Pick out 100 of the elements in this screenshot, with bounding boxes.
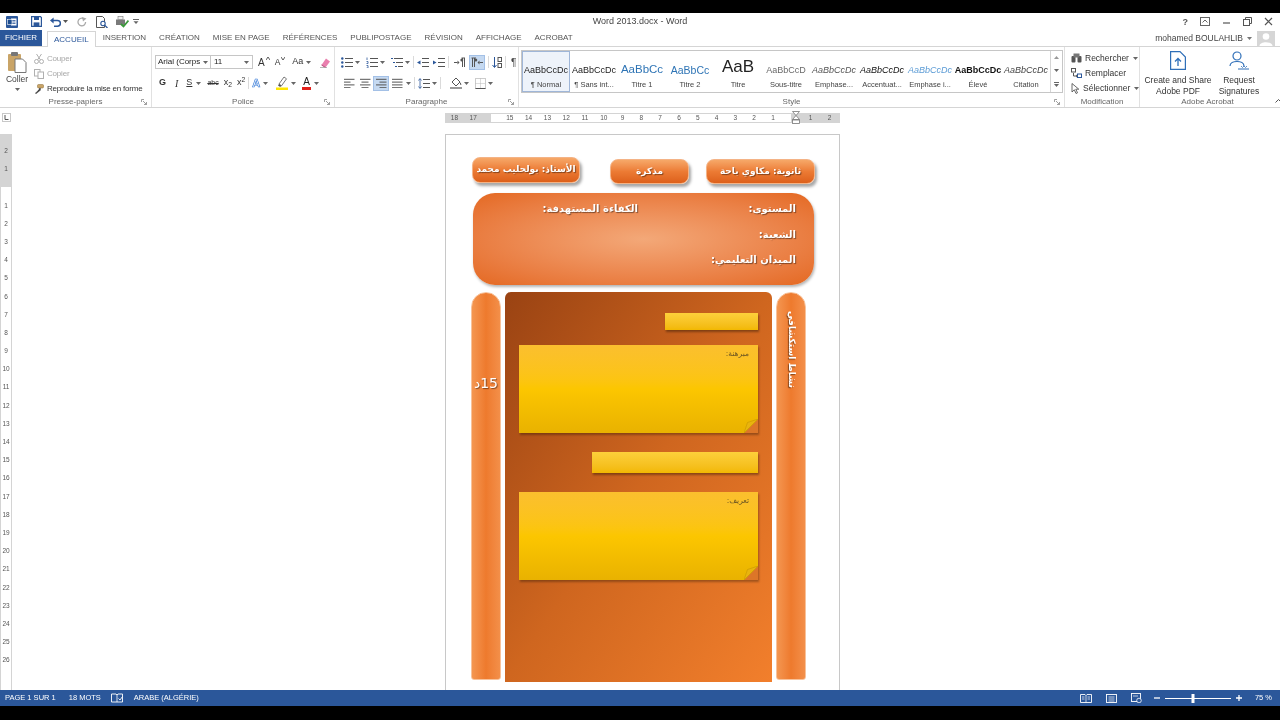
caret-icon[interactable]	[244, 60, 249, 64]
caret-icon[interactable]	[1132, 56, 1138, 60]
caret-icon[interactable]	[464, 81, 469, 85]
help-button[interactable]: ?	[1181, 16, 1189, 27]
close-icon[interactable]	[1264, 17, 1273, 26]
chevron-down-icon[interactable]	[281, 56, 286, 60]
caret-icon[interactable]	[203, 60, 208, 64]
person-signature-icon[interactable]	[1229, 51, 1249, 70]
highlighter-icon[interactable]	[276, 76, 289, 90]
ribbon-tab[interactable]: MISE EN PAGE	[206, 30, 276, 46]
caret-icon[interactable]	[14, 88, 20, 91]
subscript-button[interactable]: x$_{2}$	[223, 76, 232, 90]
caret-icon[interactable]	[380, 60, 385, 64]
word-app-icon[interactable]	[6, 15, 18, 28]
collapse-ribbon-icon[interactable]	[1275, 99, 1280, 103]
print-preview-icon[interactable]	[96, 15, 108, 28]
binoculars-icon[interactable]	[1071, 53, 1082, 63]
left-to-right-icon[interactable]	[452, 54, 468, 70]
caret-icon[interactable]	[63, 20, 68, 23]
dialog-launcher-icon[interactable]	[1054, 98, 1060, 105]
line-spacing-icon[interactable]	[418, 77, 430, 89]
multilevel-list-icon[interactable]	[391, 56, 403, 68]
undo-icon[interactable]	[50, 16, 61, 27]
caret-icon[interactable]	[196, 81, 202, 85]
create-pdf-button[interactable]: Create and Share Adobe PDF	[1143, 51, 1213, 96]
dialog-launcher-icon[interactable]	[141, 98, 147, 105]
select-button[interactable]: Sélectionner	[1071, 81, 1139, 95]
cursor-arrow-icon[interactable]	[1071, 82, 1080, 94]
zoom-slider-thumb[interactable]	[1191, 693, 1195, 703]
font-name-field[interactable]: Arial (Corps	[155, 55, 211, 69]
title-banner: ثانوية: مكاوي باحة	[706, 159, 815, 184]
paintbrush-icon[interactable]	[34, 84, 44, 94]
proofing-icon[interactable]	[110, 693, 123, 703]
web-layout-icon[interactable]	[1130, 693, 1142, 703]
ribbon-tab[interactable]: RÉVISION	[418, 30, 469, 46]
scroll-down-icon[interactable]	[1054, 69, 1059, 72]
clipboard-icon[interactable]	[7, 51, 27, 73]
account-name[interactable]: mohamed BOULAHLIB	[1155, 31, 1243, 45]
shrink-font-button[interactable]: A	[274, 56, 286, 68]
save-icon[interactable]	[31, 16, 42, 27]
caret-icon[interactable]	[313, 81, 319, 85]
paste-button[interactable]: Coller	[3, 47, 31, 96]
font-color-button[interactable]: A	[302, 76, 319, 90]
bold-button[interactable]: G	[159, 76, 166, 90]
caret-icon[interactable]	[355, 60, 360, 64]
caret-icon[interactable]	[291, 81, 297, 85]
tab-selector-icon[interactable]	[2, 113, 11, 122]
caret-icon[interactable]	[488, 81, 493, 85]
borders-icon[interactable]	[475, 77, 486, 89]
caret-icon[interactable]	[405, 60, 410, 64]
underline-button[interactable]: S	[186, 76, 202, 90]
show-formatting-marks-button[interactable]: ¶	[511, 56, 517, 68]
more-styles-icon[interactable]	[1054, 82, 1059, 87]
scroll-up-icon[interactable]	[1054, 56, 1059, 59]
superscript-button[interactable]: x$^{2}$	[236, 76, 246, 90]
numbered-list-icon[interactable]	[366, 56, 378, 68]
font-size-field[interactable]: 11	[211, 55, 253, 69]
dialog-launcher-icon[interactable]	[508, 98, 514, 105]
read-mode-icon[interactable]	[1079, 693, 1092, 703]
printer-check-icon[interactable]	[116, 15, 129, 28]
bulleted-list-icon[interactable]	[341, 56, 353, 68]
replace-button[interactable]: Remplacer	[1071, 66, 1139, 80]
increase-indent-icon[interactable]	[433, 56, 445, 68]
ribbon-tab[interactable]: RÉFÉRENCES	[276, 30, 344, 46]
decrease-indent-icon[interactable]	[417, 56, 429, 68]
caret-icon[interactable]	[306, 60, 312, 64]
ribbon-tab[interactable]: INSERTION	[96, 30, 153, 46]
caret-icon[interactable]	[263, 81, 269, 85]
indent-marker-icon[interactable]	[792, 111, 800, 124]
change-case-button[interactable]: Aa	[292, 55, 312, 69]
caret-icon[interactable]	[1247, 36, 1252, 40]
ribbon-tab[interactable]: PUBLIPOSTAGE	[344, 30, 418, 46]
restore-icon[interactable]	[1243, 17, 1252, 26]
ribbon-display-icon[interactable]	[1200, 17, 1210, 26]
zoom-in-icon[interactable]	[1235, 695, 1242, 701]
customize-icon[interactable]	[133, 19, 139, 24]
caret-icon[interactable]	[1134, 86, 1140, 90]
chevron-up-icon[interactable]	[265, 56, 270, 60]
caret-icon[interactable]	[432, 81, 437, 85]
format-painter-button[interactable]: Reproduire la mise en forme	[34, 82, 143, 96]
document-upload-icon[interactable]	[1170, 51, 1186, 70]
align-right-icon[interactable]	[373, 75, 389, 91]
right-to-left-icon[interactable]	[469, 54, 485, 70]
ribbon-tab[interactable]: AFFICHAGE	[469, 30, 528, 46]
clear-formatting-icon[interactable]	[320, 56, 332, 68]
paint-bucket-icon[interactable]	[450, 77, 462, 89]
ribbon-tab[interactable]: CRÉATION	[153, 30, 206, 46]
find-button[interactable]: Rechercher	[1071, 51, 1139, 65]
replace-icon[interactable]	[1071, 68, 1082, 78]
grow-font-button[interactable]: A	[258, 56, 270, 68]
file-tab[interactable]: FICHIER	[0, 30, 42, 46]
dialog-launcher-icon[interactable]	[324, 98, 330, 105]
field-label: الشعبة:	[758, 227, 796, 242]
caret-icon[interactable]	[406, 81, 411, 85]
ribbon-tab[interactable]: ACCUEIL	[47, 31, 96, 47]
ribbon-tab[interactable]: ACROBAT	[528, 30, 579, 46]
request-signatures-button[interactable]: Request Signatures	[1215, 51, 1263, 96]
sort-icon[interactable]	[492, 56, 502, 68]
print-layout-icon[interactable]	[1105, 693, 1117, 703]
italic-button[interactable]: I	[175, 75, 179, 91]
